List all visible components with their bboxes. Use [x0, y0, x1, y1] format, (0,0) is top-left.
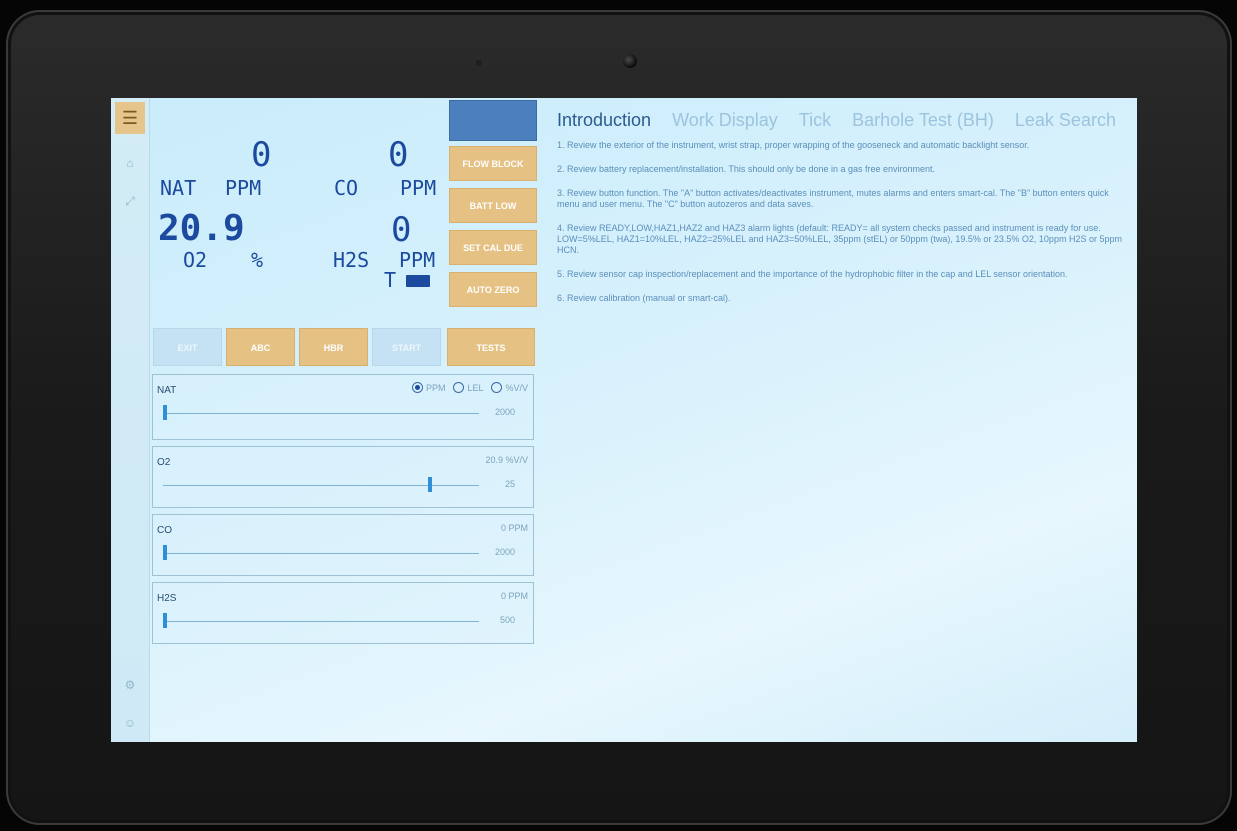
battery-icon — [406, 275, 430, 287]
gas-name: H2S — [157, 593, 177, 604]
h2s-slider-thumb[interactable] — [163, 613, 167, 628]
slider-max: 2000 — [494, 547, 515, 557]
nat-label: NAT — [160, 176, 197, 200]
step-text: 4. Review READY,LOW,HAZ1,HAZ2 and HAZ3 a… — [557, 223, 1122, 255]
auto-zero-button[interactable]: AUTO ZERO — [449, 272, 537, 307]
gas-reading: 20.9 %V/V — [485, 455, 528, 465]
step-text: 3. Review button function. The "A" butto… — [557, 188, 1109, 209]
gas-name: O2 — [157, 457, 171, 468]
h2s-control-panel: H2S 0 PPM 500 — [152, 582, 534, 644]
gas-reading: 0 PPM — [500, 523, 528, 533]
status-indicator — [449, 100, 537, 141]
proximity-sensor — [476, 60, 482, 66]
tab-introduction[interactable]: Introduction — [557, 110, 651, 131]
step-text: 2. Review battery replacement/installati… — [557, 164, 936, 174]
radio-unselected-icon — [453, 382, 465, 393]
tests-button[interactable]: TESTS — [447, 328, 535, 366]
tab-bar: Introduction Work Display Tick Barhole T… — [557, 110, 1137, 131]
h2s-unit: PPM — [399, 248, 436, 272]
step-text: 1. Review the exterior of the instrument… — [557, 140, 1030, 150]
radio-unselected-icon — [491, 382, 503, 393]
gas-reading: 0 PPM — [500, 591, 528, 601]
radio-label: LEL — [467, 382, 484, 393]
radio-label: PPM — [425, 382, 446, 393]
radio-selected-icon — [411, 382, 423, 393]
co-unit: PPM — [400, 176, 437, 200]
instructions-content: 1. Review the exterior of the instrument… — [557, 140, 1129, 317]
camera-icon — [623, 54, 637, 68]
exit-button[interactable]: EXIT — [153, 328, 222, 366]
o2-slider-thumb[interactable] — [428, 477, 432, 492]
nav-rail: ☰ ⌂ ⤢ ⚙ ☺ — [111, 98, 150, 742]
settings-icon[interactable]: ⚙ — [111, 678, 149, 692]
h2s-value: 0 — [391, 210, 412, 250]
co-slider-thumb[interactable] — [163, 545, 167, 560]
tab-barhole-test[interactable]: Barhole Test (BH) — [852, 110, 994, 131]
hbr-button[interactable]: HBR — [299, 328, 368, 366]
nat-slider-thumb[interactable] — [163, 405, 167, 420]
nat-slider-track[interactable] — [163, 413, 479, 414]
o2-value: 20.9 — [158, 208, 245, 249]
slider-max: 2000 — [494, 407, 515, 417]
gas-name: CO — [157, 525, 172, 536]
unit-radio-group: PPM LEL %V/V — [411, 382, 528, 393]
flow-block-button[interactable]: FLOW BLOCK — [449, 146, 537, 181]
radio-label: %V/V — [505, 382, 528, 393]
abc-button[interactable]: ABC — [226, 328, 295, 366]
app-screen: ☰ ⌂ ⤢ ⚙ ☺ 0 NAT PPM 0 CO PPM 20.9 O2 % 0… — [111, 98, 1137, 742]
slider-max: 25 — [504, 479, 515, 489]
nat-value: 0 — [251, 135, 272, 175]
temp-label: T — [384, 268, 397, 292]
co-slider-track[interactable] — [163, 553, 479, 554]
set-cal-due-button[interactable]: SET CAL DUE — [449, 230, 537, 265]
gas-name: NAT — [157, 385, 177, 396]
h2s-slider-track[interactable] — [163, 621, 479, 622]
co-value: 0 — [388, 135, 409, 175]
o2-label: O2 — [183, 248, 208, 272]
tab-work-display[interactable]: Work Display — [672, 110, 778, 131]
radio-lel[interactable]: LEL — [453, 382, 483, 393]
hamburger-menu-icon[interactable]: ☰ — [115, 102, 145, 134]
nat-unit: PPM — [225, 176, 262, 200]
h2s-label: H2S — [333, 248, 370, 272]
expand-icon[interactable]: ⤢ — [111, 194, 149, 209]
step-text: 6. Review calibration (manual or smart-c… — [557, 293, 731, 303]
step-text: 5. Review sensor cap inspection/replacem… — [557, 269, 1068, 279]
o2-unit: % — [251, 248, 264, 272]
tab-tick[interactable]: Tick — [799, 110, 831, 131]
batt-low-button[interactable]: BATT LOW — [449, 188, 537, 223]
tab-leak-search[interactable]: Leak Search — [1015, 110, 1116, 131]
co-control-panel: CO 0 PPM 2000 — [152, 514, 534, 576]
radio-vv[interactable]: %V/V — [491, 382, 528, 393]
radio-ppm[interactable]: PPM — [411, 382, 446, 393]
home-icon[interactable]: ⌂ — [111, 156, 149, 170]
feedback-icon[interactable]: ☺ — [111, 716, 149, 730]
o2-control-panel: O2 20.9 %V/V 25 — [152, 446, 534, 508]
start-button[interactable]: START — [372, 328, 441, 366]
co-label: CO — [334, 176, 359, 200]
slider-max: 500 — [499, 615, 515, 625]
nat-control-panel: NAT PPM LEL %V/V 2000 — [152, 374, 534, 440]
